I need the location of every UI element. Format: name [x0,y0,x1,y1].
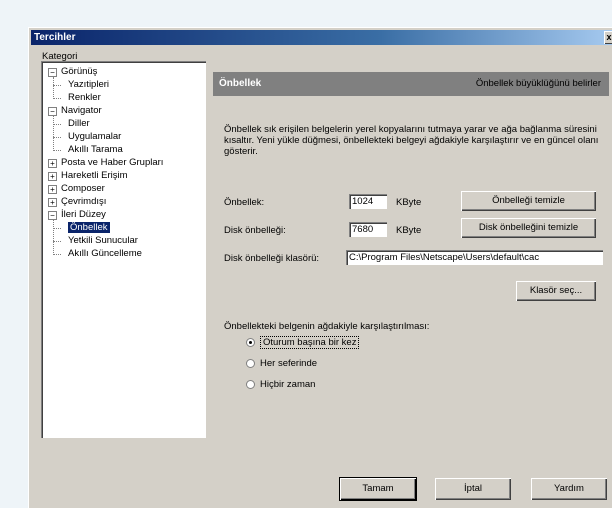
radio-once-per-session[interactable]: Oturum başına bir kez [246,336,360,349]
panel-header: Önbellek Önbellek büyüklüğünü belirler [213,72,609,96]
expand-icon[interactable]: + [48,172,57,181]
panel-subtitle: Önbellek büyüklüğünü belirler [475,78,601,89]
tree-item[interactable]: Uygulamalar [68,131,121,143]
tree-item-label: Hareketli Erişim [61,170,128,181]
tree-connector [53,150,61,151]
radio-never[interactable]: Hiçbir zaman [246,379,315,391]
expand-icon[interactable]: + [48,159,57,168]
radio-once-per-session-indicator[interactable] [246,338,255,347]
tree-connector [53,241,61,242]
help-button[interactable]: Yardım [531,478,607,500]
radio-once-per-session-label: Oturum başına bir kez [260,336,360,349]
panel-title: Önbellek [219,78,262,89]
disk-folder-label: Disk önbelleği klasörü: [224,253,320,264]
radio-never-indicator[interactable] [246,380,255,389]
tree-item[interactable]: Hareketli Erişim [61,170,128,182]
window-title: Tercihler [34,32,76,43]
tree-item[interactable]: Akıllı Güncelleme [68,248,142,260]
disk-cache-label: Disk önbelleği: [224,225,286,236]
expand-icon[interactable]: + [48,198,57,207]
tree-item-label: Yazıtipleri [68,79,110,90]
tree-item-label: Yetkili Sunucular [68,235,138,246]
tree-item-label: Çevrimdışı [61,196,107,207]
tree-item-label: Uygulamalar [68,131,122,142]
tree-connector [53,124,61,125]
radio-every-time[interactable]: Her seferinde [246,358,317,370]
tree-item-label: Composer [61,183,105,194]
tree-item-label: Navigator [61,105,102,116]
tree-item-label: Önbellek [68,222,110,233]
tree-item[interactable]: Posta ve Haber Grupları [61,157,163,169]
tree-item[interactable]: Navigator [61,105,102,117]
tree-connector [53,220,54,255]
preferences-window: Tercihler x Kategori − Görünüş Yazıtipleri… [28,27,612,508]
radio-every-time-label: Her seferinde [260,358,318,369]
collapse-icon[interactable]: − [48,68,57,77]
disk-cache-input[interactable]: 7680 [349,222,387,237]
tree-item-label: Diller [68,118,90,129]
tree-connector [53,137,61,138]
browse-folder-button[interactable]: Klasör seç... [516,281,596,301]
cancel-button[interactable]: İptal [435,478,511,500]
clear-memory-cache-button[interactable]: Önbelleği temizle [461,191,596,211]
tree-item[interactable]: Akıllı Tarama [68,144,123,156]
tree-connector [53,254,61,255]
tree-item[interactable]: Yazıtipleri [68,79,109,91]
tree-item-label: İleri Düzey [61,209,106,220]
tree-connector [53,98,61,99]
expand-icon[interactable]: + [48,185,57,194]
memory-cache-unit: KByte [396,197,422,208]
tree-item-label: Görünüş [61,66,98,77]
tree-item[interactable]: Renkler [68,92,101,104]
radio-every-time-indicator[interactable] [246,359,255,368]
memory-cache-label: Önbellek: [224,197,265,208]
tree-item[interactable]: Diller [68,118,90,130]
tree-item[interactable]: Yetkili Sunucular [68,235,138,247]
category-tree[interactable]: − Görünüş Yazıtipleri Renkler − Navigator Dill… [41,61,206,438]
tree-item[interactable]: Çevrimdışı [61,196,106,208]
tree-item[interactable]: Görünüş [61,66,97,78]
collapse-icon[interactable]: − [48,107,57,116]
clear-disk-cache-button[interactable]: Disk önbelleğini temizle [461,218,596,238]
memory-cache-input[interactable]: 1024 [349,194,387,209]
tree-connector [53,85,61,86]
tree-item-label: Akıllı Tarama [68,144,123,155]
title-bar[interactable]: Tercihler x [31,30,612,45]
panel-description: Önbellek sık erişilen belgelerin yerel k… [224,124,599,157]
close-icon[interactable]: x [604,31,612,44]
compare-label: Önbellekteki belgenin ağdakiyle karşılaş… [224,321,430,332]
collapse-icon[interactable]: − [48,211,57,220]
ok-button[interactable]: Tamam [340,478,416,500]
tree-item-label: Renkler [68,92,101,103]
tree-item-label: Posta ve Haber Grupları [61,157,164,168]
disk-cache-unit: KByte [396,225,422,236]
tree-item[interactable]: Composer [61,183,105,195]
radio-never-label: Hiçbir zaman [260,379,316,390]
tree-item[interactable]: Önbellek [68,222,110,234]
tree-connector [53,77,54,99]
tree-connector [53,228,61,229]
disk-folder-input[interactable]: C:\Program Files\Netscape\Users\default\… [346,250,603,265]
tree-item[interactable]: İleri Düzey [61,209,106,221]
tree-item-label: Akıllı Güncelleme [68,248,142,259]
tree-connector [53,116,54,151]
